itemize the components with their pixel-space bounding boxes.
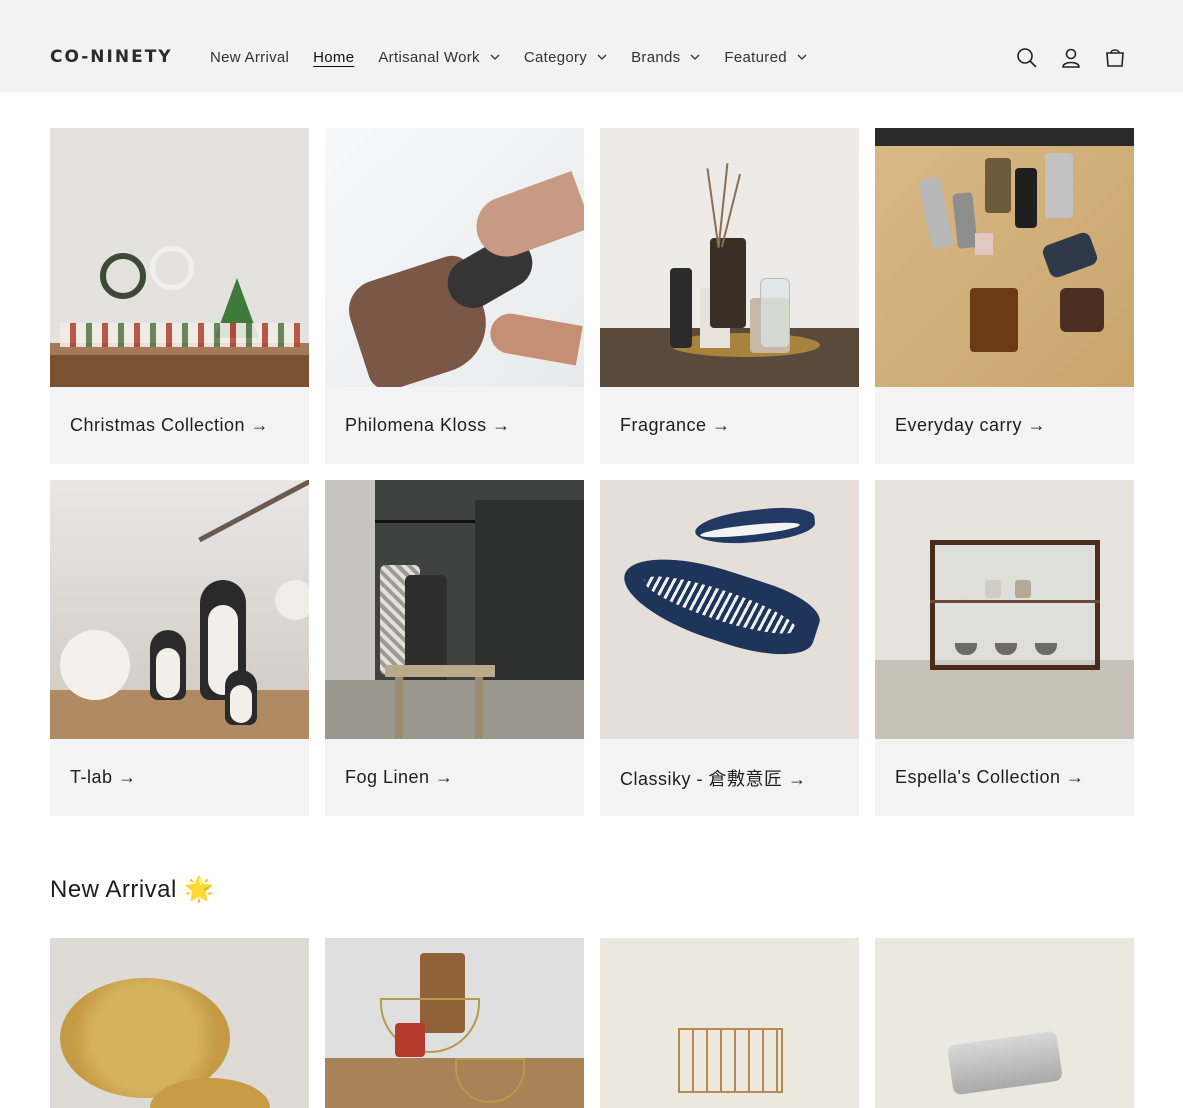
nav-featured[interactable]: Featured xyxy=(724,49,807,66)
nav-home[interactable]: Home xyxy=(313,49,354,66)
collection-grid: Christmas Collection → Philomena Kloss →… xyxy=(50,128,1134,816)
product-card[interactable] xyxy=(875,938,1134,1108)
collection-title: Everyday carry → xyxy=(895,415,1047,435)
collection-card-espellas-collection[interactable]: Espella's Collection → xyxy=(875,480,1134,816)
product-card[interactable] xyxy=(600,938,859,1108)
cart-button[interactable] xyxy=(1101,44,1129,72)
nav-label: Artisanal Work xyxy=(378,49,480,66)
collection-card-fragrance[interactable]: Fragrance → xyxy=(600,128,859,464)
collection-title: Christmas Collection → xyxy=(70,415,270,435)
collection-card-christmas[interactable]: Christmas Collection → xyxy=(50,128,309,464)
nav-label: Home xyxy=(313,49,355,66)
collection-card-classiky[interactable]: Classiky - 倉敷意匠 → xyxy=(600,480,859,816)
collection-title: Philomena Kloss → xyxy=(345,415,511,435)
collection-card-everyday-carry[interactable]: Everyday carry → xyxy=(875,128,1134,464)
product-image xyxy=(678,1028,783,1093)
collection-image xyxy=(875,480,1134,739)
site-header: CO-NINETY New Arrival Home Artisanal Wor… xyxy=(0,0,1183,92)
product-card[interactable] xyxy=(325,938,584,1108)
nav-label: Category xyxy=(523,49,588,66)
collection-title: T-lab → xyxy=(70,767,137,787)
chevron-down-icon xyxy=(597,54,607,60)
main-nav: New Arrival Home Artisanal Work Category… xyxy=(210,49,831,66)
account-icon xyxy=(1062,48,1080,68)
nav-label: New Arrival xyxy=(210,49,290,66)
product-image xyxy=(947,1030,1063,1096)
nav-artisanal-work[interactable]: Artisanal Work xyxy=(378,49,500,66)
nav-new-arrival[interactable]: New Arrival xyxy=(210,49,289,66)
account-button[interactable] xyxy=(1057,44,1085,72)
search-button[interactable] xyxy=(1013,44,1041,72)
nav-label: Featured xyxy=(724,49,787,66)
collection-image xyxy=(600,480,859,739)
section-title-new-arrival: New Arrival 🌟 xyxy=(50,876,215,903)
nav-brands[interactable]: Brands xyxy=(631,49,700,66)
collection-image xyxy=(50,128,309,387)
nav-label: Brands xyxy=(631,49,681,66)
logo[interactable]: CO-NINETY xyxy=(50,47,173,67)
product-grid xyxy=(50,938,1134,1108)
collection-card-t-lab[interactable]: T-lab → xyxy=(50,480,309,816)
collection-image xyxy=(325,128,584,387)
collection-image xyxy=(50,480,309,739)
collection-image xyxy=(600,128,859,387)
nav-category[interactable]: Category xyxy=(524,49,607,66)
header-icons xyxy=(1013,44,1145,72)
cart-icon xyxy=(1106,49,1124,67)
collection-title: Classiky - 倉敷意匠 → xyxy=(620,768,807,789)
collection-title: Fragrance → xyxy=(620,415,731,435)
product-card[interactable] xyxy=(50,938,309,1108)
search-icon xyxy=(1017,48,1037,68)
collection-image xyxy=(325,480,584,739)
collection-card-philomena-kloss[interactable]: Philomena Kloss → xyxy=(325,128,584,464)
collection-title: Espella's Collection → xyxy=(895,767,1085,787)
collection-card-fog-linen[interactable]: Fog Linen → xyxy=(325,480,584,816)
chevron-down-icon xyxy=(690,54,700,60)
chevron-down-icon xyxy=(797,54,807,60)
collection-title: Fog Linen → xyxy=(345,767,454,787)
collection-image xyxy=(875,128,1134,387)
chevron-down-icon xyxy=(490,54,500,60)
